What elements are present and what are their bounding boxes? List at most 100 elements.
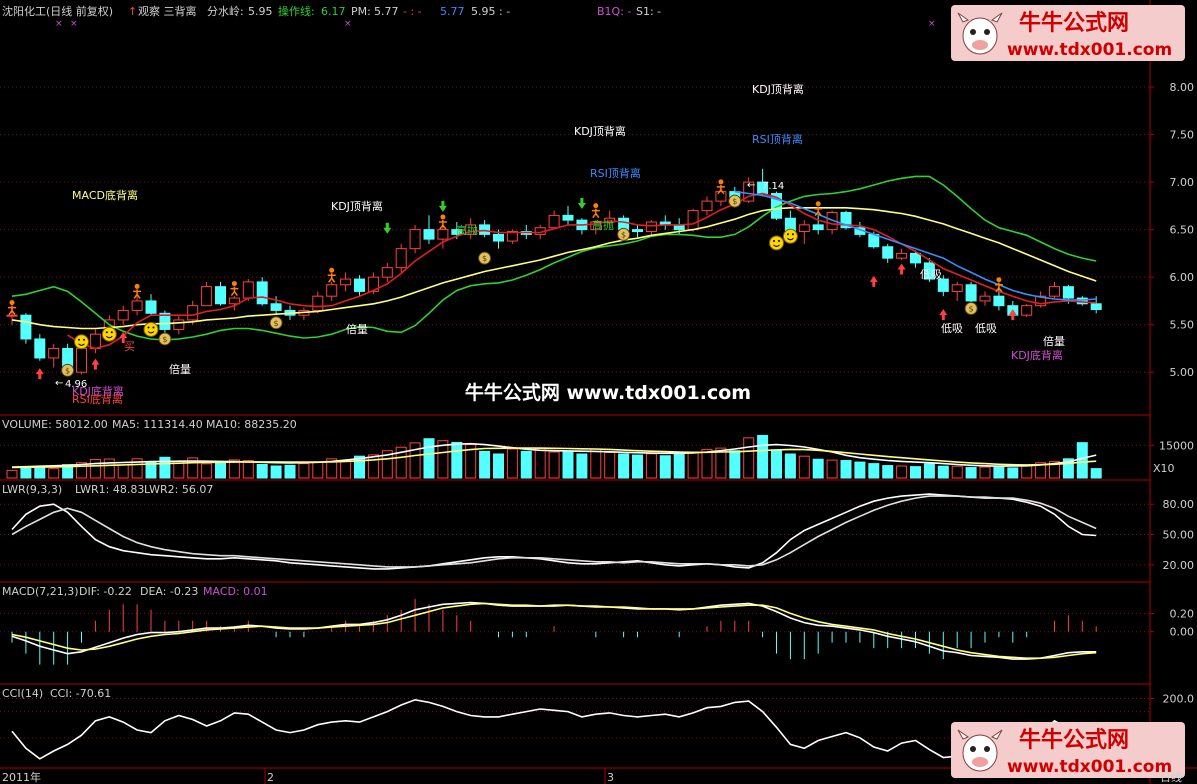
candle-body bbox=[979, 295, 991, 302]
candle-body bbox=[1062, 286, 1074, 299]
candle-body bbox=[715, 191, 727, 202]
kdj-top-divergence-label: KDJ顶背离 bbox=[331, 199, 383, 213]
runner-head bbox=[440, 214, 446, 220]
kdj-bottom-divergence-label-2: KDJ底背离 bbox=[1011, 348, 1063, 362]
marker-x-icon: × bbox=[344, 19, 352, 29]
candle-body bbox=[1021, 305, 1033, 316]
candle-body bbox=[242, 281, 254, 299]
volume-bar bbox=[923, 463, 935, 479]
candle-body bbox=[479, 224, 491, 235]
money-bag-icon: $ bbox=[617, 227, 631, 241]
x-axis-label-feb: 2 bbox=[267, 771, 274, 784]
candle-body bbox=[270, 303, 282, 311]
price-tick-label: 8.00 bbox=[1170, 81, 1195, 94]
candle-body bbox=[6, 314, 18, 317]
volume-bar bbox=[757, 434, 769, 479]
candle-body bbox=[173, 319, 185, 330]
candle-body bbox=[256, 281, 268, 305]
smiley-face-icon bbox=[74, 334, 89, 350]
smiley-eye bbox=[152, 326, 155, 329]
volume-bar bbox=[673, 451, 685, 479]
rsi-top-divergence-label-2: RSI顶背离 bbox=[752, 132, 803, 146]
volume-bar bbox=[576, 453, 588, 479]
runner-head bbox=[996, 277, 1002, 283]
marker-x-icon: × bbox=[55, 19, 63, 29]
volume-bar bbox=[979, 466, 991, 479]
macd-value-label: MACD: 0.01 bbox=[203, 585, 268, 598]
volume-bar bbox=[604, 451, 616, 479]
candle-body bbox=[896, 252, 908, 259]
candle-body bbox=[48, 347, 60, 359]
marker-x-icon: × bbox=[928, 19, 936, 29]
candle-body bbox=[395, 248, 407, 269]
smiley-eye bbox=[786, 233, 789, 236]
volume-bar bbox=[1090, 468, 1102, 479]
volume-bar bbox=[812, 458, 824, 479]
candle-body bbox=[340, 278, 352, 286]
smiley-face-shape bbox=[782, 228, 798, 244]
volume-bar bbox=[729, 450, 741, 479]
runner-head bbox=[134, 283, 140, 289]
volume-bar bbox=[506, 448, 518, 479]
candle-body bbox=[1090, 303, 1102, 310]
volume-bar bbox=[590, 448, 602, 479]
price-tick-label: 5.00 bbox=[1170, 366, 1195, 379]
lwr1-label: LWR1: 48.83 bbox=[75, 483, 144, 496]
volume-bar bbox=[270, 465, 282, 479]
volume-bar bbox=[993, 465, 1005, 479]
smiley-face-icon bbox=[769, 235, 784, 251]
volume-bar bbox=[201, 463, 213, 479]
smiley-eye bbox=[778, 239, 780, 242]
smiley-eye bbox=[78, 338, 80, 341]
money-bag-icon: $ bbox=[478, 251, 492, 265]
candle-body bbox=[493, 233, 504, 242]
volume-bar bbox=[451, 441, 463, 479]
kdj-top-divergence-label-3: KDJ顶背离 bbox=[752, 82, 804, 96]
runner-head bbox=[329, 267, 335, 273]
stock-title[interactable]: 沈阳化工(日线 前复权) bbox=[2, 4, 113, 18]
high-sell-label-2: 高抛 bbox=[592, 218, 614, 232]
rsi-top-divergence-label: RSI顶背离 bbox=[590, 166, 641, 180]
candle-body bbox=[1049, 286, 1060, 297]
s1-label: S1: - bbox=[636, 5, 661, 18]
candle-body bbox=[882, 246, 894, 259]
volume-bar bbox=[771, 449, 782, 479]
candle-body bbox=[312, 295, 324, 311]
candle-body bbox=[687, 210, 699, 231]
volume-bar bbox=[89, 458, 101, 479]
volume-bar bbox=[298, 463, 310, 479]
volume-bar bbox=[840, 460, 852, 479]
candle-body bbox=[548, 214, 560, 229]
period-label[interactable]: 日线 bbox=[1160, 770, 1182, 784]
price-tick-label: 5.50 bbox=[1170, 319, 1195, 332]
candle-body bbox=[409, 229, 421, 250]
op-line-value: 6.17 bbox=[321, 5, 346, 18]
volume-bar bbox=[1076, 442, 1088, 479]
volume-bar bbox=[854, 461, 866, 479]
rsi-bottom-divergence-label: RSI底背离 bbox=[72, 392, 123, 406]
runner-head bbox=[593, 203, 599, 209]
money-bag-symbol: $ bbox=[621, 230, 626, 239]
dash-indicator-2: : - bbox=[499, 5, 510, 18]
volume-bar bbox=[256, 463, 268, 479]
lwr-header: LWR(9,3,3) LWR1: 48.83 LWR2: 56.07 bbox=[2, 483, 213, 496]
pm-label: PM: bbox=[351, 5, 371, 18]
logo-bottom: 牛牛公式网 www.tdx001.com bbox=[951, 722, 1185, 778]
money-bag-icon: $ bbox=[964, 302, 978, 316]
volume-bar bbox=[784, 453, 796, 479]
stock-chart-canvas[interactable]: 8.00 7.50 7.00 6.50 6.00 5.50 5.00 15000 X10 80.0… bbox=[0, 0, 1197, 784]
volume-bar bbox=[868, 463, 880, 479]
up-arrow-icon: ↑ bbox=[128, 5, 137, 18]
volume-bar bbox=[423, 438, 435, 479]
candle-body bbox=[145, 300, 157, 314]
candle-body bbox=[965, 284, 977, 302]
volume-bar bbox=[103, 458, 115, 479]
candle-body bbox=[20, 314, 32, 340]
smiley-face-shape bbox=[74, 334, 89, 350]
low-buy-label-2: 低吸 bbox=[941, 322, 963, 335]
volume-bar bbox=[534, 448, 546, 479]
smiley-eye bbox=[791, 233, 794, 236]
volume-bar bbox=[479, 450, 491, 479]
low-buy-label-3: 低吸 bbox=[975, 322, 997, 335]
candle-body bbox=[117, 309, 129, 321]
